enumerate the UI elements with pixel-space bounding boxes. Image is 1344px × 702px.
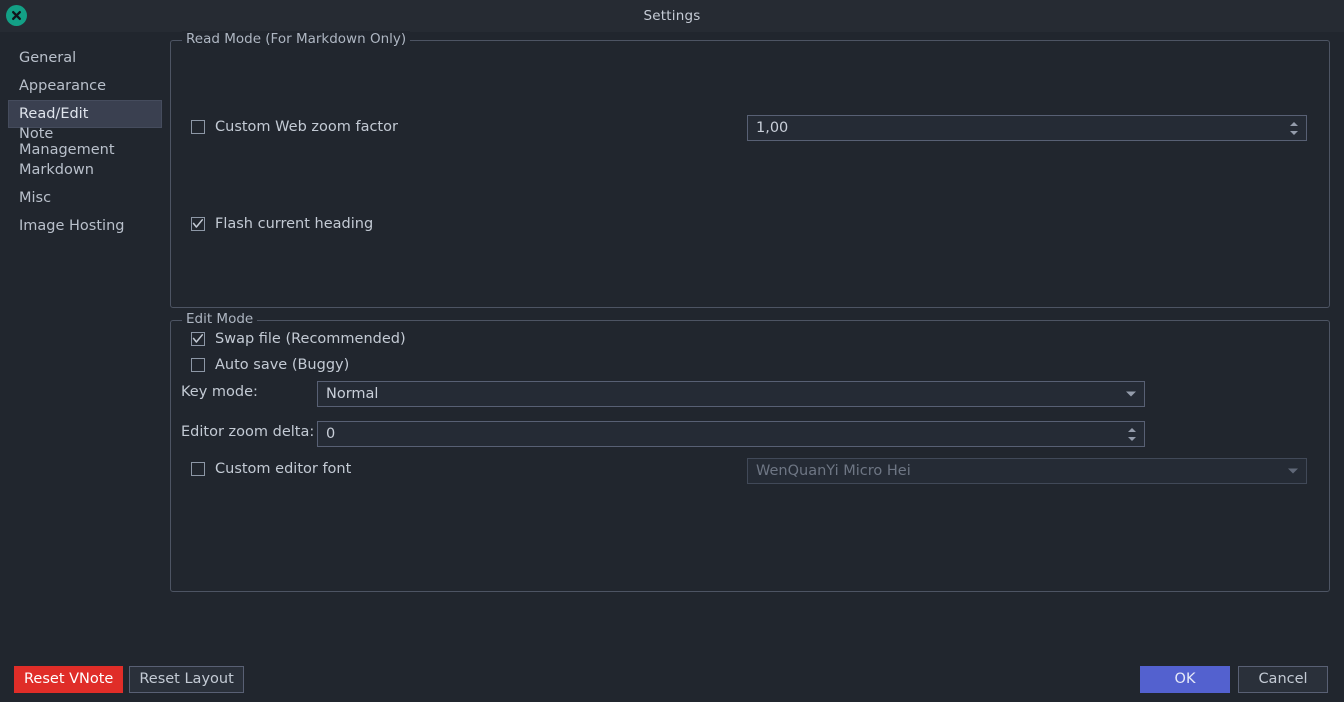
sidebar-item-appearance[interactable]: Appearance	[8, 72, 162, 100]
sidebar-item-label: Image Hosting	[19, 218, 125, 234]
settings-sidebar: General Appearance Read/Edit Note Manage…	[0, 32, 170, 656]
swap-file-checkbox[interactable]: Swap file (Recommended)	[191, 331, 406, 347]
triangle-up-icon[interactable]	[1290, 121, 1298, 126]
dialog-footer: Reset VNote Reset Layout OK Cancel	[0, 656, 1344, 702]
read-mode-group-frame: Custom Web zoom factor 1,00 Flash curren…	[170, 40, 1330, 308]
custom-editor-font-row: Custom editor font	[191, 461, 351, 477]
cancel-button[interactable]: Cancel	[1238, 665, 1328, 693]
editor-zoom-delta-value: 0	[326, 426, 336, 442]
editor-zoom-delta-spinbox[interactable]: 0	[317, 421, 1145, 447]
chevron-down-icon[interactable]	[1288, 468, 1298, 474]
checkbox-unchecked-icon	[191, 120, 205, 134]
settings-dialog: Settings General Appearance Read/Edit No…	[0, 0, 1344, 702]
ok-button[interactable]: OK	[1140, 665, 1230, 693]
key-mode-combobox[interactable]: Normal	[317, 381, 1145, 407]
key-mode-label-wrap: Key mode:	[181, 384, 258, 400]
sidebar-item-label: Misc	[19, 190, 52, 206]
flash-current-heading-label: Flash current heading	[215, 216, 374, 232]
reset-vnote-button[interactable]: Reset VNote	[14, 665, 124, 693]
edit-mode-group-frame: Swap file (Recommended) Auto save (Buggy…	[170, 320, 1330, 592]
triangle-down-icon[interactable]	[1128, 436, 1136, 441]
sidebar-item-label: General	[19, 50, 77, 66]
custom-editor-font-checkbox[interactable]: Custom editor font	[191, 461, 351, 477]
footer-left-buttons: Reset VNote Reset Layout	[14, 665, 244, 693]
custom-web-zoom-checkbox[interactable]: Custom Web zoom factor	[191, 119, 398, 135]
custom-web-zoom-row: Custom Web zoom factor	[191, 119, 398, 135]
chevron-down-icon[interactable]	[1126, 391, 1136, 397]
flash-current-heading-row: Flash current heading	[191, 216, 373, 232]
sidebar-item-image-hosting[interactable]: Image Hosting	[8, 212, 162, 240]
dialog-body: General Appearance Read/Edit Note Manage…	[0, 31, 1344, 656]
custom-web-zoom-label: Custom Web zoom factor	[215, 119, 398, 135]
auto-save-label: Auto save (Buggy)	[215, 357, 350, 373]
custom-editor-font-value: WenQuanYi Micro Hei	[756, 463, 911, 479]
checkmark-glyph	[192, 219, 204, 228]
swap-file-label: Swap file (Recommended)	[215, 331, 406, 347]
custom-editor-font-label: Custom editor font	[215, 461, 352, 477]
checkbox-checked-icon	[191, 332, 205, 346]
auto-save-checkbox[interactable]: Auto save (Buggy)	[191, 357, 349, 373]
title-bar: Settings	[0, 0, 1344, 32]
read-mode-group: Read Mode (For Markdown Only) Custom Web…	[170, 31, 1330, 308]
editor-zoom-delta-label-wrap: Editor zoom delta:	[181, 424, 314, 440]
edit-mode-group-title: Edit Mode	[182, 311, 258, 327]
flash-current-heading-checkbox[interactable]: Flash current heading	[191, 216, 373, 232]
triangle-down-icon[interactable]	[1290, 130, 1298, 135]
key-mode-value: Normal	[326, 386, 379, 402]
sidebar-item-read-edit[interactable]: Read/Edit	[8, 100, 162, 128]
sidebar-item-label: Markdown	[19, 162, 94, 178]
custom-web-zoom-value: 1,00	[756, 120, 789, 136]
sidebar-item-label: Appearance	[19, 78, 107, 94]
sidebar-item-note-management[interactable]: Note Management	[8, 126, 162, 158]
editor-zoom-delta-label: Editor zoom delta:	[181, 424, 315, 440]
reset-layout-button[interactable]: Reset Layout	[129, 665, 244, 693]
edit-mode-group: Edit Mode Swap file (Recommended) Auto s…	[170, 311, 1330, 592]
custom-web-zoom-spinbox[interactable]: 1,00	[747, 115, 1307, 141]
checkbox-unchecked-icon	[191, 462, 205, 476]
checkbox-checked-icon	[191, 217, 205, 231]
sidebar-item-general[interactable]: General	[8, 44, 162, 72]
read-mode-group-title: Read Mode (For Markdown Only)	[182, 31, 411, 47]
checkbox-unchecked-icon	[191, 358, 205, 372]
sidebar-item-misc[interactable]: Misc	[8, 184, 162, 212]
key-mode-label: Key mode:	[181, 384, 258, 400]
triangle-up-icon[interactable]	[1128, 427, 1136, 432]
swap-file-row: Swap file (Recommended)	[191, 331, 406, 347]
spinbox-arrows[interactable]	[1124, 422, 1140, 446]
close-x-glyph	[12, 11, 21, 20]
settings-content-panel: Read Mode (For Markdown Only) Custom Web…	[170, 31, 1344, 656]
spinbox-arrows[interactable]	[1286, 116, 1302, 140]
sidebar-item-label: Read/Edit	[19, 106, 89, 122]
checkmark-glyph	[192, 334, 204, 343]
footer-right-buttons: OK Cancel	[1140, 665, 1328, 693]
sidebar-item-markdown[interactable]: Markdown	[8, 156, 162, 184]
auto-save-row: Auto save (Buggy)	[191, 357, 349, 373]
custom-editor-font-combobox[interactable]: WenQuanYi Micro Hei	[747, 458, 1307, 484]
close-circle-icon[interactable]	[6, 5, 27, 26]
sidebar-item-label: Note Management	[19, 126, 115, 158]
window-title: Settings	[643, 8, 701, 24]
